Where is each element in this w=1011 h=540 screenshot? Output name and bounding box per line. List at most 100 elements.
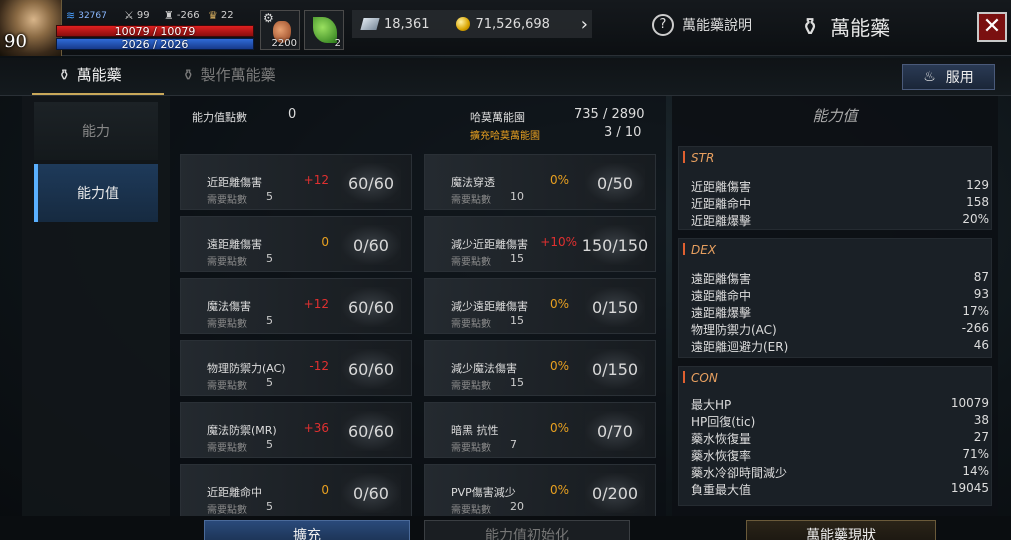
help-button[interactable]: ? 萬能藥說明 — [652, 14, 752, 36]
use-button[interactable]: ♨ 服用 — [902, 64, 995, 90]
level-badge: 60/60 — [341, 349, 401, 389]
sidebar: 能力 能力值 — [22, 96, 170, 516]
chevron-right-icon[interactable]: › — [581, 14, 588, 35]
stat-row: 藥水恢復量 27 — [691, 430, 989, 446]
points-value: 0 — [288, 107, 297, 122]
bonus-value: -12 — [309, 359, 329, 373]
expand-value: 3 / 10 — [604, 125, 642, 140]
sidebar-item-stats[interactable]: 能力值 — [34, 164, 158, 222]
stat-card-dark-resistance[interactable]: 暗黑 抗性 需要點數 7 0% 0/70 — [424, 402, 656, 458]
stat-row: 藥水恢復率 71% — [691, 447, 989, 463]
gear-icon: ⚙ — [263, 11, 274, 25]
stat-row: 近距離爆擊 20% — [691, 212, 989, 228]
tab-elixir[interactable]: ⚱ 萬能藥 — [58, 64, 122, 85]
bonus-value: 0 — [321, 235, 329, 249]
mp-bar: 2026 / 2026 — [56, 38, 254, 50]
sidebar-item-ability[interactable]: 能力 — [34, 102, 158, 160]
tab-craft-elixir[interactable]: ⚱ 製作萬能藥 — [182, 64, 276, 85]
stat-card-pvp-damage-reduction[interactable]: PVP傷害減少 需要點數 20 0% 0/200 — [424, 464, 656, 520]
bonus-value: +36 — [303, 421, 329, 435]
helmet-icon: ♜ — [164, 9, 174, 22]
points-label: 能力值點數 — [192, 111, 247, 124]
bonus-value: +10% — [540, 235, 577, 249]
character-portrait[interactable]: 90 — [0, 0, 62, 56]
stat-row: 物理防禦力(AC) -266 — [691, 321, 989, 337]
top-bar: 90 ≋ 32767 ⚔ 99 ♜ -266 ♛ 22 10079 / 1007… — [0, 0, 1011, 56]
stat-row: 遠距離命中 93 — [691, 287, 989, 303]
defense-stat: ♜ -266 — [164, 9, 200, 22]
level-badge: 0/200 — [585, 473, 645, 513]
question-icon: ? — [652, 14, 674, 36]
stat-row: HP回復(tic) 38 — [691, 413, 989, 429]
stats-panel: 能力值 STR 近距離傷害 129 近距離命中 158 近距離爆擊 20% DEX 遠… — [672, 96, 998, 516]
level-label: 90 — [4, 31, 27, 52]
level-badge: 60/60 — [341, 163, 401, 203]
gem-currency: 18,361 — [360, 17, 430, 32]
level-badge: 60/60 — [341, 287, 401, 327]
coin-icon — [455, 17, 470, 31]
flask-icon: ♨ — [923, 69, 936, 85]
bonus-value: +12 — [303, 297, 329, 311]
quick-slot-herb[interactable]: 2 — [304, 10, 344, 50]
close-button[interactable]: ✕ — [977, 12, 1007, 42]
page-title: ⚱ 萬能藥 — [800, 12, 891, 41]
level-badge: 0/50 — [585, 163, 645, 203]
bonus-value: +12 — [303, 173, 329, 187]
hp-bar: 10079 / 10079 — [56, 25, 254, 37]
close-icon: ✕ — [982, 14, 1002, 39]
stat-card-ranged-damage[interactable]: 遠距離傷害 需要點數 5 0 0/60 — [180, 216, 412, 272]
leaf-icon — [313, 17, 337, 43]
stat-row: 近距離命中 158 — [691, 195, 989, 211]
stat-card-melee-damage-reduction[interactable]: 減少近距離傷害 需要點數 15 +10% 150/150 — [424, 216, 656, 272]
bonus-value: 0% — [549, 297, 569, 311]
level-badge: 60/60 — [341, 411, 401, 451]
main-panel: 能力值點數 0 哈莫萬能園 735 / 2890 擴充哈莫萬能園 3 / 10 … — [170, 96, 666, 520]
elixir-status-button[interactable]: 萬能藥現狀 — [746, 520, 936, 540]
expand-label: 擴充哈莫萬能園 — [470, 131, 540, 142]
stat-card-melee-hit[interactable]: 近距離命中 需要點數 5 0 0/60 — [180, 464, 412, 520]
hp-text: 10079 / 10079 — [114, 25, 196, 38]
level-badge: 0/150 — [585, 349, 645, 389]
stat-row: 遠距離傷害 87 — [691, 270, 989, 286]
elixir-icon: ⚱ — [58, 65, 71, 84]
str-section: STR 近距離傷害 129 近距離命中 158 近距離爆擊 20% — [678, 146, 992, 230]
stat-row: 近距離傷害 129 — [691, 178, 989, 194]
bonus-value: 0% — [549, 359, 569, 373]
stat-row: 負重最大值 19045 — [691, 481, 989, 497]
quick-slot-potion[interactable]: ⚙ 2200 — [260, 10, 300, 50]
mp-text: 2026 / 2026 — [121, 38, 189, 51]
stat-card-physical-defense[interactable]: 物理防禦力(AC) 需要點數 5 -12 60/60 — [180, 340, 412, 396]
level-badge: 150/150 — [582, 225, 648, 265]
expand-button[interactable]: 擴充 — [204, 520, 410, 540]
bonus-value: 0 — [321, 483, 329, 497]
bonus-value: 0% — [549, 483, 569, 497]
currency-bar: 18,361 71,526,698 › — [352, 10, 592, 38]
level-badge: 0/60 — [341, 473, 401, 513]
trophy-icon: ♛ — [208, 9, 218, 22]
attack-stat: ⚔ 99 — [124, 9, 150, 22]
sword-icon: ⚔ — [124, 9, 134, 22]
reset-stats-button[interactable]: 能力值初始化 — [424, 520, 630, 540]
bonus-value: 0% — [549, 421, 569, 435]
level-badge: 0/150 — [585, 287, 645, 327]
stat-row: 藥水冷卻時間減少 14% — [691, 464, 989, 480]
stats-panel-title: 能力值 — [812, 107, 858, 125]
dex-section: DEX 遠距離傷害 87 遠距離命中 93 遠距離爆擊 17% 物理防禦力(AC) -2… — [678, 238, 992, 358]
stat-row: 遠距離爆擊 17% — [691, 304, 989, 320]
stat-card-melee-damage[interactable]: 近距離傷害 需要點數 5 +12 60/60 — [180, 154, 412, 210]
stat-card-ranged-damage-reduction[interactable]: 減少遠距離傷害 需要點數 15 0% 0/150 — [424, 278, 656, 334]
active-tab-indicator — [32, 93, 164, 95]
tab-bar: ⚱ 萬能藥 ⚱ 製作萬能藥 — [0, 58, 1011, 96]
bonus-value: 0% — [549, 173, 569, 187]
stat-card-magic-defense[interactable]: 魔法防禦(MR) 需要點數 5 +36 60/60 — [180, 402, 412, 458]
stat-card-magic-penetration[interactable]: 魔法穿透 需要點數 10 0% 0/50 — [424, 154, 656, 210]
stat-card-magic-damage-reduction[interactable]: 減少魔法傷害 需要點數 15 0% 0/150 — [424, 340, 656, 396]
power-stat: ≋ 32767 — [66, 9, 107, 22]
level-badge: 0/60 — [341, 225, 401, 265]
harvest-value: 735 / 2890 — [574, 107, 645, 122]
wings-icon: ≋ — [66, 9, 76, 22]
stat-row: 最大HP 10079 — [691, 396, 989, 412]
gold-currency: 71,526,698 — [455, 17, 550, 32]
stat-card-magic-damage[interactable]: 魔法傷害 需要點數 5 +12 60/60 — [180, 278, 412, 334]
level-badge: 0/70 — [585, 411, 645, 451]
